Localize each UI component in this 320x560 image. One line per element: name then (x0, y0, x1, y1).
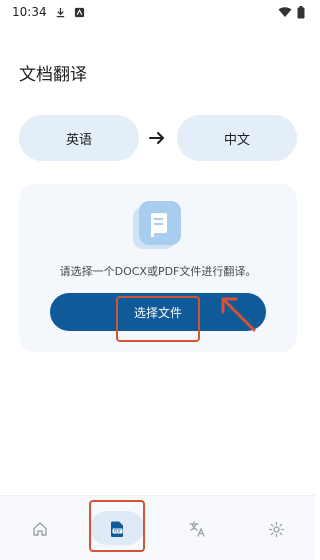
status-time: 10:34 (12, 5, 47, 19)
wifi-icon (278, 7, 292, 17)
nav-settings[interactable] (263, 516, 289, 542)
language-selector: 英语 中文 (19, 115, 297, 161)
source-language-button[interactable]: 英语 (19, 115, 139, 161)
text-translate-icon (189, 521, 205, 537)
highlight-choose-file (116, 296, 200, 342)
status-left: 10:34 (12, 5, 85, 19)
highlight-document-nav (89, 500, 145, 552)
settings-icon (268, 521, 284, 537)
pointer-arrow-icon (221, 297, 256, 332)
home-icon (33, 522, 47, 536)
battery-icon (297, 5, 305, 18)
page-title: 文档翻译 (19, 65, 87, 85)
arrow-right-icon (149, 132, 164, 144)
bottom-navigation: PDF (0, 495, 315, 560)
status-right (278, 5, 305, 19)
nav-text-translate[interactable] (184, 516, 210, 542)
download-icon (56, 7, 64, 17)
notification-app-icon (74, 7, 84, 17)
status-bar: 10:34 (0, 0, 315, 24)
target-language-button[interactable]: 中文 (177, 115, 297, 161)
document-illustration-icon (133, 201, 181, 249)
nav-home[interactable] (27, 516, 53, 542)
upload-hint: 请选择一个DOCX或PDF文件进行翻译。 (59, 265, 257, 278)
